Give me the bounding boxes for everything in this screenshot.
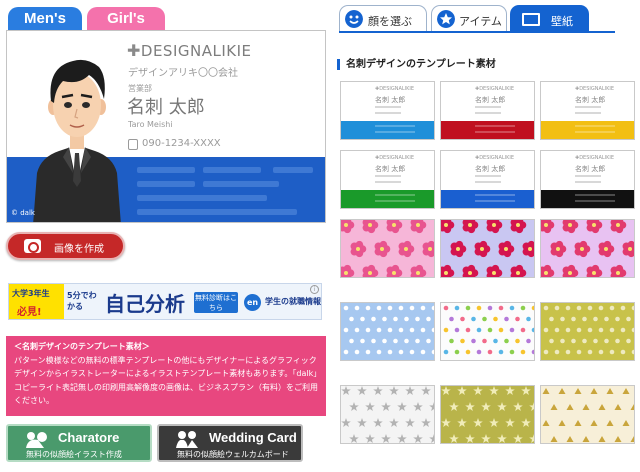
ad-banner[interactable]: 大学3年生 必見! 5分でわかる 自己分析 無料診断はこちら en 学生の就職情… bbox=[8, 283, 322, 320]
tab-items-label: アイテム bbox=[459, 15, 502, 28]
template-thumbnail[interactable]: ✚DESIGNALIKIE 名刺 太郎 bbox=[340, 81, 435, 140]
thumbnail-pattern bbox=[541, 220, 634, 277]
card-name: 名刺 太郎 bbox=[127, 97, 205, 118]
template-thumbnail[interactable]: ✚DESIGNALIKIE 名刺 太郎 bbox=[440, 150, 535, 209]
thumbnail-pattern bbox=[341, 220, 434, 277]
ad-prefix: 5分でわかる bbox=[67, 291, 97, 311]
thumbnail-name: 名刺 太郎 bbox=[575, 165, 606, 173]
template-thumbnail[interactable]: ✚DESIGNALIKIE 名刺 太郎 bbox=[540, 150, 635, 209]
ad-headline: 自己分析 bbox=[105, 292, 185, 316]
template-thumbnail[interactable] bbox=[440, 385, 535, 444]
template-thumbnail[interactable]: ✚DESIGNALIKIE 名刺 太郎 bbox=[340, 150, 435, 209]
couple-icon bbox=[176, 431, 198, 448]
thumbnail-name: 名刺 太郎 bbox=[475, 165, 506, 173]
tab-choose-face-label: 顔を選ぶ bbox=[368, 15, 412, 28]
thumbnail-color-band bbox=[341, 190, 434, 208]
thumbnail-name: 名刺 太郎 bbox=[575, 96, 606, 104]
wedding-card-subtitle: 無料の似顔絵ウェルカムボード bbox=[177, 450, 289, 459]
thumbnail-pattern bbox=[343, 305, 434, 355]
thumbnail-color-band bbox=[441, 190, 534, 208]
info-icon[interactable]: i bbox=[310, 285, 319, 294]
tab-mens[interactable]: Men's bbox=[8, 7, 82, 31]
ad-badge-line2: 必見! bbox=[17, 307, 42, 318]
thumbnail-color-band bbox=[341, 121, 434, 139]
thumbnail-name: 名刺 太郎 bbox=[375, 96, 406, 104]
thumbnail-color-band bbox=[541, 190, 634, 208]
thumbnail-logo: ✚DESIGNALIKIE bbox=[375, 86, 415, 92]
star-icon bbox=[437, 10, 455, 28]
template-thumbnail[interactable] bbox=[340, 385, 435, 444]
character-icon bbox=[26, 432, 47, 448]
card-company: デザインアリキ〇〇会社 bbox=[128, 68, 238, 79]
thumbnail-pattern bbox=[543, 305, 634, 355]
ad-badge-line1: 大学3年生 bbox=[12, 289, 50, 298]
card-copyright: © dalk bbox=[11, 209, 35, 217]
template-thumbnail[interactable] bbox=[440, 302, 535, 361]
camera-icon bbox=[24, 239, 41, 253]
tab-choose-face[interactable]: 顔を選ぶ bbox=[339, 5, 427, 32]
info-box-body: パターン模様などの無料の標準テンプレートの他にもデザイナーによるグラフィックデザ… bbox=[14, 355, 318, 406]
monitor-icon bbox=[522, 13, 540, 26]
smiley-icon bbox=[345, 10, 363, 28]
thumbnail-color-band bbox=[441, 121, 534, 139]
charatore-title: Charatore bbox=[58, 430, 120, 445]
thumbnail-pattern bbox=[443, 305, 534, 355]
template-thumbnail[interactable]: ✚DESIGNALIKIE 名刺 太郎 bbox=[540, 81, 635, 140]
thumbnail-name: 名刺 太郎 bbox=[475, 96, 506, 104]
ad-badge: 大学3年生 必見! bbox=[9, 284, 64, 319]
tab-girls[interactable]: Girl's bbox=[87, 7, 165, 31]
charatore-subtitle: 無料の似顔絵イラスト作成 bbox=[26, 450, 122, 459]
charatore-button[interactable]: Charatore 無料の似顔絵イラスト作成 bbox=[6, 424, 152, 462]
thumbnail-name: 名刺 太郎 bbox=[375, 165, 406, 173]
avatar bbox=[33, 59, 121, 222]
thumbnail-logo: ✚DESIGNALIKIE bbox=[475, 155, 515, 161]
template-info-box: ＜名刺デザインのテンプレート素材＞ パターン模様などの無料の標準テンプレートの他… bbox=[6, 336, 326, 416]
template-thumbnail[interactable] bbox=[540, 219, 635, 278]
thumbnail-logo: ✚DESIGNALIKIE bbox=[475, 86, 515, 92]
template-thumbnail[interactable] bbox=[540, 302, 635, 361]
tab-wallpaper[interactable]: 壁紙 bbox=[510, 5, 589, 32]
template-thumbnail[interactable] bbox=[340, 219, 435, 278]
tab-underline bbox=[339, 31, 615, 33]
business-card-preview: ✚DESIGNALIKIE デザインアリキ〇〇会社 営業部 名刺 太郎 Taro… bbox=[6, 30, 326, 223]
card-logo: ✚DESIGNALIKIE bbox=[127, 41, 252, 60]
ad-brand-logo: en bbox=[244, 294, 261, 311]
card-logo-text: DESIGNALIKIE bbox=[140, 42, 252, 60]
info-box-title: ＜名刺デザインのテンプレート素材＞ bbox=[14, 342, 150, 351]
template-thumbnail[interactable] bbox=[340, 302, 435, 361]
create-image-button[interactable]: 画像を作成 bbox=[6, 232, 125, 260]
ad-free-badge: 無料診断はこちら bbox=[194, 292, 238, 313]
thumbnail-pattern bbox=[441, 220, 534, 277]
section-title: 名刺デザインのテンプレート素材 bbox=[337, 59, 496, 70]
thumbnail-logo: ✚DESIGNALIKIE bbox=[575, 86, 615, 92]
template-thumbnail[interactable] bbox=[440, 219, 535, 278]
thumbnail-logo: ✚DESIGNALIKIE bbox=[575, 155, 615, 161]
thumbnail-pattern bbox=[542, 388, 634, 442]
card-name-roman: Taro Meishi bbox=[128, 120, 173, 129]
thumbnail-logo: ✚DESIGNALIKIE bbox=[375, 155, 415, 161]
wedding-card-button[interactable]: Wedding Card 無料の似顔絵ウェルカムボード bbox=[157, 424, 303, 462]
template-thumbnail[interactable]: ✚DESIGNALIKIE 名刺 太郎 bbox=[440, 81, 535, 140]
tab-items[interactable]: アイテム bbox=[431, 5, 507, 32]
thumbnail-pattern bbox=[341, 386, 434, 443]
wedding-card-title: Wedding Card bbox=[209, 430, 297, 445]
template-thumbnail[interactable] bbox=[540, 385, 635, 444]
card-tel: 090-1234-XXXX bbox=[142, 138, 221, 149]
thumbnail-pattern bbox=[441, 386, 534, 443]
ad-tagline: 学生の就職情報 bbox=[265, 297, 321, 306]
thumbnail-color-band bbox=[541, 121, 634, 139]
phone-icon bbox=[128, 139, 138, 150]
tab-wallpaper-label: 壁紙 bbox=[551, 15, 573, 28]
create-image-label: 画像を作成 bbox=[54, 244, 104, 255]
